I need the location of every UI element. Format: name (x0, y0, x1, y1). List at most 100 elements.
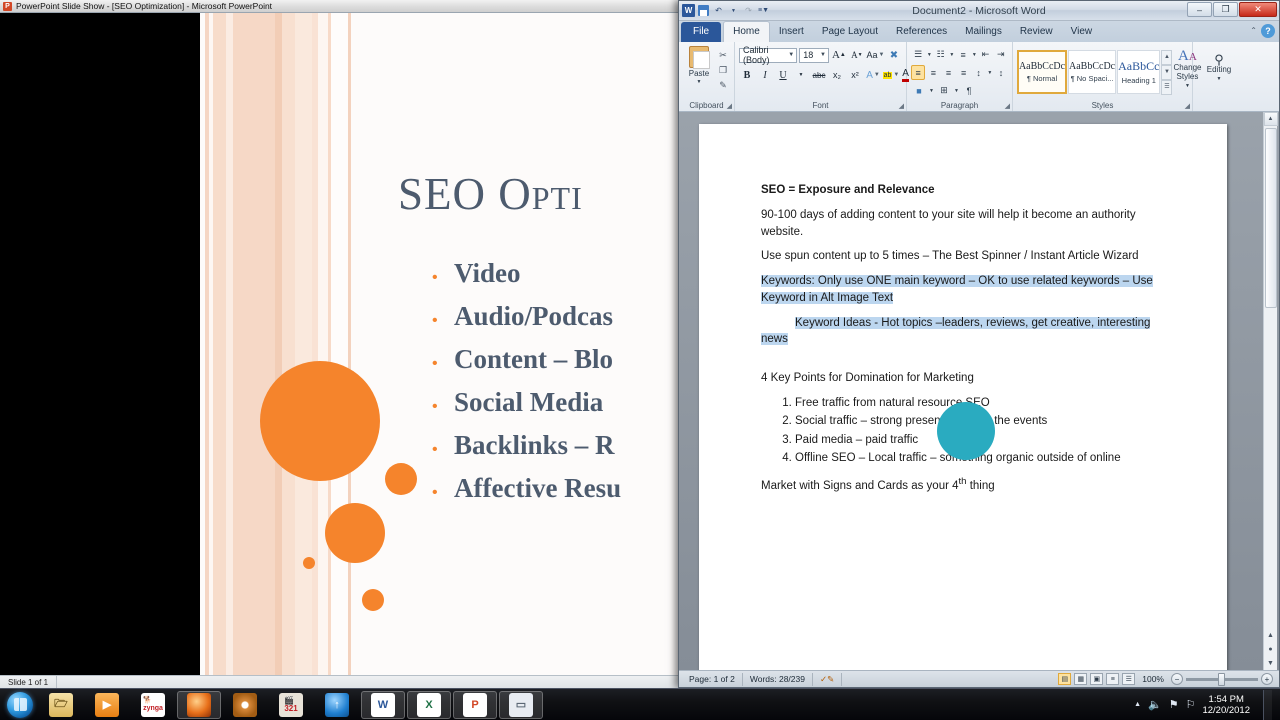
style-no-spacing[interactable]: AaBbCcDc ¶ No Spaci... (1068, 49, 1117, 94)
taskbar-item-video-editor[interactable]: 🎬 321 (269, 691, 313, 719)
view-print-layout-icon[interactable]: ▤ (1058, 673, 1072, 685)
taskbar-item-firefox[interactable] (177, 690, 221, 719)
window-controls[interactable]: – ❐ ✕ (1187, 2, 1277, 17)
maximize-button[interactable]: ❐ (1213, 2, 1238, 17)
shading-icon[interactable]: ■ (911, 83, 927, 98)
tab-insert[interactable]: Insert (770, 22, 813, 42)
subscript-icon[interactable]: x₂ (829, 67, 845, 83)
clipboard-dialog-launcher-icon[interactable]: ◢ (727, 102, 732, 110)
font-dialog-launcher-icon[interactable]: ◢ (899, 102, 904, 110)
zoom-slider[interactable] (1186, 672, 1258, 686)
network-icon[interactable]: ⚑ (1169, 698, 1179, 711)
view-web-layout-icon[interactable]: ▣ (1090, 673, 1104, 685)
word-titlebar[interactable]: W ↶ ▼ ↷ ≡▼ Document2 - Microsoft Word – … (679, 1, 1279, 21)
minimize-button[interactable]: – (1187, 2, 1212, 17)
decrease-indent-icon[interactable]: ⇤ (978, 47, 992, 62)
styles-dialog-launcher-icon[interactable]: ◢ (1185, 102, 1190, 110)
paste-button[interactable]: Paste ▼ (683, 46, 715, 96)
close-button[interactable]: ✕ (1239, 2, 1277, 17)
scroll-up-icon[interactable]: ▲ (1263, 112, 1278, 126)
document-canvas[interactable]: SEO = Exposure and Relevance 90-100 days… (679, 112, 1279, 670)
superscript-icon[interactable]: x² (847, 67, 863, 83)
strikethrough-icon[interactable]: abc (811, 67, 827, 83)
save-icon[interactable] (697, 4, 710, 17)
show-hidden-icons-icon[interactable]: ▲ (1134, 701, 1141, 708)
quick-access-toolbar[interactable]: W ↶ ▼ ↷ ≡▼ (682, 4, 770, 17)
show-desktop-button[interactable] (1263, 689, 1272, 720)
start-button[interactable] (2, 690, 38, 720)
editing-button[interactable]: ⚲ Editing ▼ (1197, 44, 1241, 94)
zoom-out-button[interactable]: − (1171, 673, 1183, 685)
grow-font-icon[interactable]: A ▲ (831, 47, 847, 63)
proofing-status-icon[interactable]: ✓✎ (813, 672, 843, 686)
cut-icon[interactable]: ✂ (716, 49, 730, 62)
align-center-icon[interactable]: ≡ (926, 65, 940, 80)
undo-icon[interactable]: ↶ (712, 4, 725, 17)
clock[interactable]: 1:54 PM 12/20/2012 (1202, 694, 1256, 716)
tab-references[interactable]: References (887, 22, 956, 42)
page-indicator[interactable]: Page: 1 of 2 (682, 672, 743, 686)
styles-scroll-down-icon[interactable]: ▼ (1161, 64, 1173, 80)
borders-icon[interactable]: ⊞ (936, 83, 952, 98)
taskbar-item-zynga[interactable]: 🐕 zynga (131, 691, 175, 719)
view-draft-icon[interactable]: ☰ (1122, 673, 1136, 685)
tab-mailings[interactable]: Mailings (956, 22, 1011, 42)
taskbar-item-media-player[interactable]: ▶ (85, 691, 129, 719)
teal-circle-shape[interactable] (937, 402, 995, 460)
style-normal[interactable]: AaBbCcDc ¶ Normal (1017, 49, 1067, 94)
word-app-icon[interactable]: W (682, 4, 695, 17)
tab-file[interactable]: File (681, 22, 722, 42)
taskbar-item-camtasia[interactable]: ▭ (499, 690, 543, 719)
bullets-icon[interactable]: ☰ (911, 47, 925, 62)
borders-dropdown-icon[interactable]: ▼ (953, 83, 960, 98)
shading-dropdown-icon[interactable]: ▼ (928, 83, 935, 98)
styles-more-icon[interactable]: ☰ (1161, 79, 1173, 95)
numbering-icon[interactable]: ☷ (933, 47, 947, 62)
taskbar-item-microsoft-excel[interactable]: X (407, 690, 451, 719)
collapse-ribbon-icon[interactable]: ⌃ (1250, 26, 1257, 35)
action-center-icon[interactable]: ⚐ (1186, 698, 1196, 711)
font-name-combo[interactable]: Calibri (Body) ▼ (739, 45, 798, 65)
zoom-in-button[interactable]: + (1261, 673, 1273, 685)
taskbar-item-windows-explorer[interactable]: 🗁 (39, 691, 83, 719)
tab-review[interactable]: Review (1011, 22, 1062, 42)
sort-icon[interactable]: ↕ (994, 65, 1008, 80)
numbering-dropdown-icon[interactable]: ▼ (949, 47, 955, 62)
volume-icon[interactable]: 🔈 (1148, 698, 1162, 711)
view-full-screen-reading-icon[interactable]: ▦ (1074, 673, 1088, 685)
style-heading-1[interactable]: AaBbCс Heading 1 (1117, 49, 1161, 94)
styles-scroll-up-icon[interactable]: ▲ (1161, 49, 1173, 65)
taskbar-item-uploader[interactable]: ↑ (315, 691, 359, 719)
multilevel-dropdown-icon[interactable]: ▼ (971, 47, 977, 62)
underline-dropdown-icon[interactable]: ▼ (793, 67, 809, 83)
customize-qat-icon[interactable]: ≡▼ (757, 4, 770, 17)
bullets-dropdown-icon[interactable]: ▼ (926, 47, 932, 62)
copy-icon[interactable]: ❐ (716, 64, 730, 77)
next-page-icon[interactable]: ▼ (1264, 656, 1278, 670)
increase-indent-icon[interactable]: ⇥ (994, 47, 1008, 62)
help-icon[interactable]: ? (1261, 24, 1275, 38)
italic-icon[interactable]: I (757, 67, 773, 83)
tab-page-layout[interactable]: Page Layout (813, 22, 887, 42)
zoom-slider-thumb[interactable] (1218, 672, 1225, 686)
word-count[interactable]: Words: 28/239 (743, 672, 813, 686)
previous-page-icon[interactable]: ▲ (1264, 628, 1278, 642)
taskbar-item-dvd-burner[interactable] (223, 691, 267, 719)
align-right-icon[interactable]: ≡ (941, 65, 955, 80)
taskbar-item-microsoft-powerpoint[interactable]: P (453, 690, 497, 719)
zoom-level[interactable]: 100% (1138, 674, 1168, 684)
change-case-icon[interactable]: Aa ▼ (866, 47, 884, 63)
show-formatting-marks-icon[interactable]: ¶ (961, 83, 977, 98)
underline-icon[interactable]: U (775, 67, 791, 83)
clear-formatting-icon[interactable]: ✖ (886, 47, 902, 63)
undo-dropdown-icon[interactable]: ▼ (727, 4, 740, 17)
align-left-icon[interactable]: ≡ (911, 65, 926, 80)
paragraph-dialog-launcher-icon[interactable]: ◢ (1005, 102, 1010, 110)
justify-icon[interactable]: ≡ (957, 65, 971, 80)
tab-view[interactable]: View (1062, 22, 1102, 42)
document-vertical-scrollbar[interactable]: ▲ ▲ ● ▼ (1263, 112, 1278, 670)
tab-home[interactable]: Home (723, 21, 770, 42)
multilevel-list-icon[interactable]: ≡ (956, 47, 970, 62)
line-spacing-dropdown-icon[interactable]: ▼ (987, 65, 993, 80)
scrollbar-thumb[interactable] (1264, 128, 1277, 308)
